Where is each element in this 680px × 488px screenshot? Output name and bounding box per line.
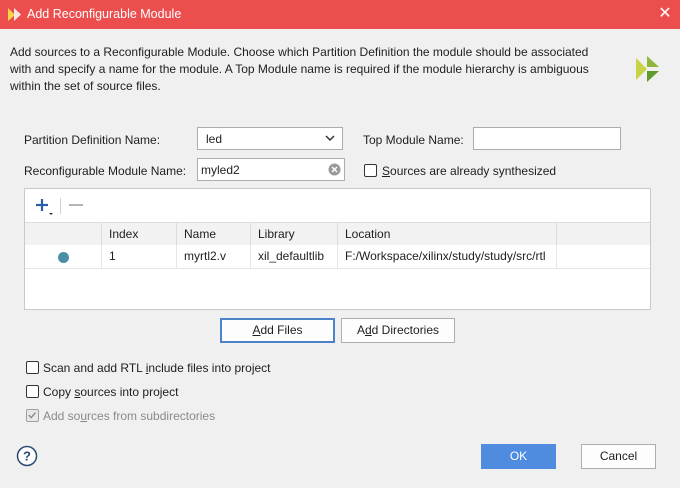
- vivado-logo-icon: [636, 56, 659, 82]
- close-button[interactable]: ✕: [654, 4, 676, 24]
- sources-panel: Index Name Library Location 1 myrtl2.v x…: [24, 188, 651, 310]
- partition-definition-select[interactable]: led: [197, 127, 343, 150]
- reconfigurable-module-input[interactable]: myled2: [197, 158, 345, 181]
- top-module-input[interactable]: [473, 127, 621, 150]
- file-dot-icon: [58, 252, 69, 263]
- window-title: Add Reconfigurable Module: [27, 7, 182, 21]
- column-header-location[interactable]: Location: [338, 223, 557, 245]
- subdirectories-label: Add sources from subdirectories: [43, 409, 216, 423]
- dialog-description: Add sources to a Reconfigurable Module. …: [10, 44, 610, 95]
- index-cell: 1: [102, 245, 177, 268]
- column-header-library[interactable]: Library: [251, 223, 338, 245]
- clear-icon[interactable]: [328, 163, 341, 176]
- table-row[interactable]: 1 myrtl2.v xil_defaultlib F:/Workspace/x…: [25, 245, 650, 269]
- add-files-button[interactable]: Add Files: [220, 318, 335, 343]
- minus-icon[interactable]: [69, 204, 83, 206]
- plus-icon[interactable]: [34, 196, 54, 216]
- table-header: Index Name Library Location: [25, 222, 650, 245]
- title-bar: Add Reconfigurable Module ✕: [0, 0, 680, 29]
- checkmark-icon: [28, 412, 36, 419]
- column-header-name[interactable]: Name: [177, 223, 251, 245]
- add-directories-button[interactable]: Add Directories: [341, 318, 455, 343]
- reconfigurable-module-value: myled2: [201, 163, 240, 177]
- subdirectories-checkbox[interactable]: [26, 409, 39, 422]
- description-line: within the set of source files.: [10, 79, 161, 93]
- synthesized-label: Sources are already synthesized: [382, 164, 557, 178]
- library-cell: xil_defaultlib: [251, 245, 338, 268]
- close-icon: ✕: [658, 5, 672, 22]
- chevron-down-icon: [325, 135, 335, 142]
- copy-sources-label: Copy sources into project: [43, 385, 179, 399]
- svg-text:?: ?: [23, 449, 31, 464]
- ok-button[interactable]: OK: [481, 444, 556, 469]
- reconfigurable-module-label: Reconfigurable Module Name:: [24, 164, 187, 178]
- top-module-label: Top Module Name:: [363, 133, 464, 147]
- scan-rtl-label: Scan and add RTL include files into proj…: [43, 361, 271, 375]
- cancel-button[interactable]: Cancel: [581, 444, 656, 469]
- vivado-app-icon: [8, 8, 21, 21]
- toolbar-separator: [60, 198, 61, 214]
- column-header-index[interactable]: Index: [102, 223, 177, 245]
- description-line: with and specify a name for the module. …: [10, 62, 589, 76]
- partition-definition-value: led: [206, 132, 223, 146]
- copy-sources-checkbox[interactable]: [26, 385, 39, 398]
- synthesized-checkbox[interactable]: [364, 164, 377, 177]
- partition-definition-label: Partition Definition Name:: [24, 133, 161, 147]
- description-line: Add sources to a Reconfigurable Module. …: [10, 45, 589, 59]
- location-cell: F:/Workspace/xilinx/study/study/src/rtl: [338, 245, 557, 268]
- column-header-status[interactable]: [25, 223, 102, 245]
- scan-rtl-checkbox[interactable]: [26, 361, 39, 374]
- name-cell: myrtl2.v: [177, 245, 251, 268]
- help-icon[interactable]: ?: [16, 445, 38, 467]
- sources-toolbar: [25, 189, 650, 221]
